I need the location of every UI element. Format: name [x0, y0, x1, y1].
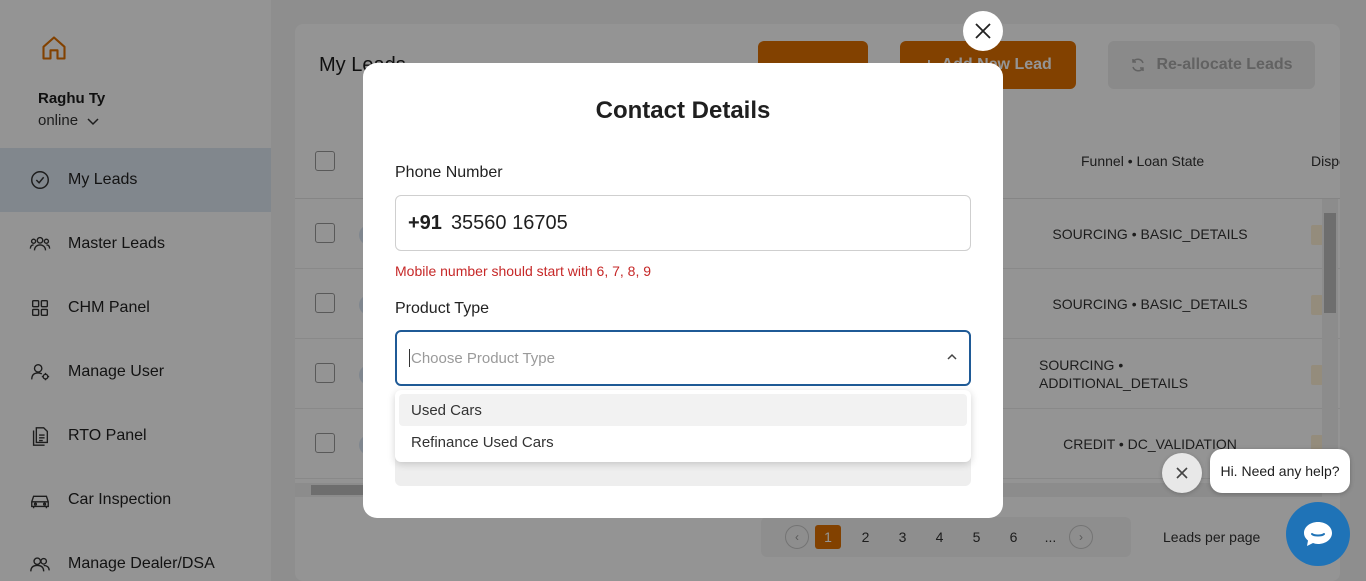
- product-type-placeholder: Choose Product Type: [411, 349, 555, 367]
- product-type-select[interactable]: Choose Product Type: [395, 330, 971, 386]
- close-icon: [975, 23, 991, 39]
- close-icon: [1176, 467, 1188, 479]
- close-modal-button[interactable]: [963, 11, 1003, 51]
- product-type-label: Product Type: [395, 300, 489, 317]
- country-code: +91: [408, 211, 442, 234]
- chat-dismiss-button[interactable]: [1162, 453, 1202, 493]
- phone-error-message: Mobile number should start with 6, 7, 8,…: [395, 263, 652, 279]
- phone-number-label: Phone Number: [395, 164, 503, 181]
- phone-number-value: 35560 16705: [450, 211, 568, 234]
- chat-greeting-bubble[interactable]: Hi. Need any help?: [1210, 449, 1350, 493]
- product-type-options: Used Cars Refinance Used Cars: [395, 390, 971, 462]
- text-cursor: [409, 349, 410, 367]
- chevron-up-icon: [947, 353, 957, 360]
- chat-icon: [1304, 522, 1332, 546]
- contact-details-modal: Contact Details Phone Number +91 35560 1…: [363, 63, 1003, 518]
- modal-title: Contact Details: [595, 97, 771, 124]
- option-used-cars[interactable]: Used Cars: [399, 394, 967, 426]
- option-refinance-used-cars[interactable]: Refinance Used Cars: [399, 426, 967, 458]
- phone-number-field[interactable]: +91 35560 16705: [395, 195, 971, 251]
- chat-launcher-button[interactable]: [1286, 502, 1350, 566]
